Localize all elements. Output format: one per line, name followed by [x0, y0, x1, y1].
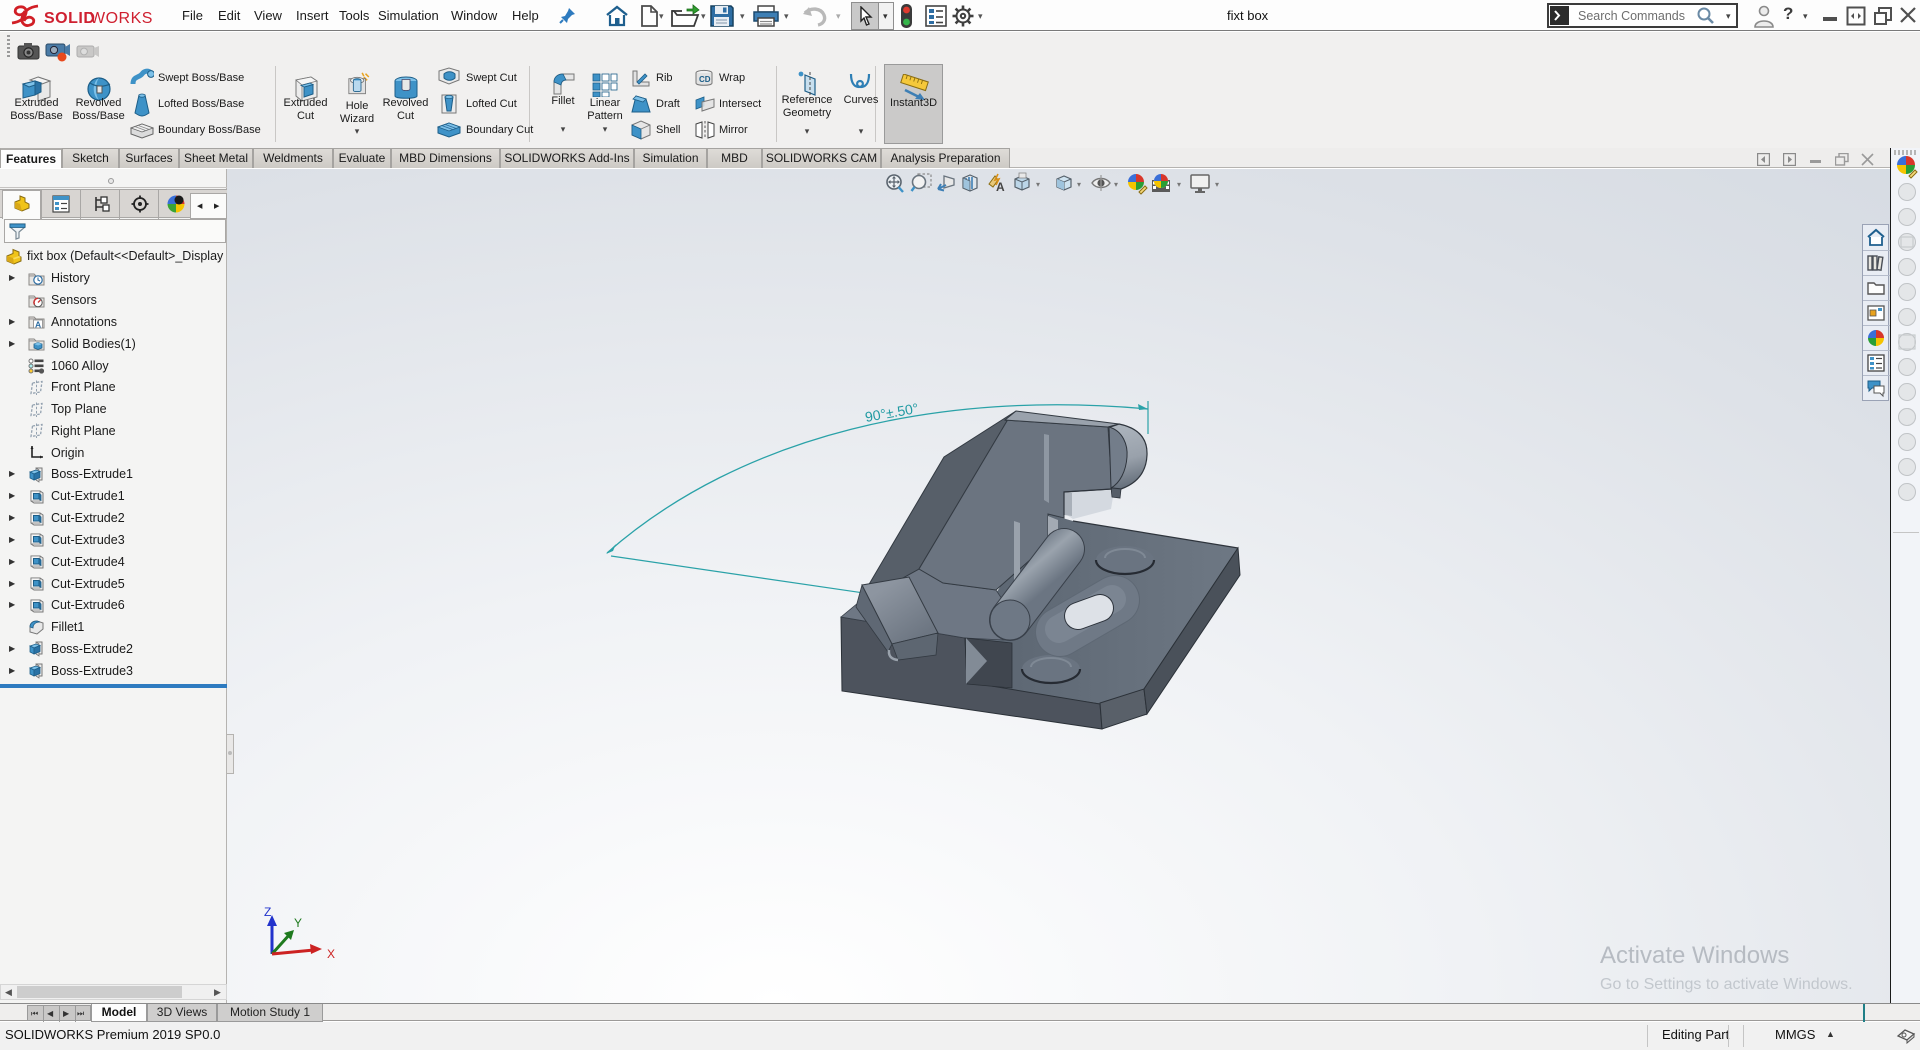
svg-text:WORKS: WORKS: [90, 10, 153, 27]
svg-text:SOLID: SOLID: [44, 10, 95, 27]
svg-text:90°±.50°: 90°±.50°: [864, 400, 920, 425]
svg-text:Z: Z: [264, 905, 271, 919]
svg-text:Activate Windows: Activate Windows: [1600, 942, 1789, 969]
svg-text:X: X: [327, 947, 335, 961]
svg-text:A: A: [35, 320, 41, 330]
svg-text:A: A: [996, 180, 1005, 194]
svg-text:Y: Y: [294, 916, 302, 930]
svg-text:CD: CD: [699, 75, 711, 84]
svg-text:Go to Settings to activate Win: Go to Settings to activate Windows.: [1600, 976, 1853, 993]
